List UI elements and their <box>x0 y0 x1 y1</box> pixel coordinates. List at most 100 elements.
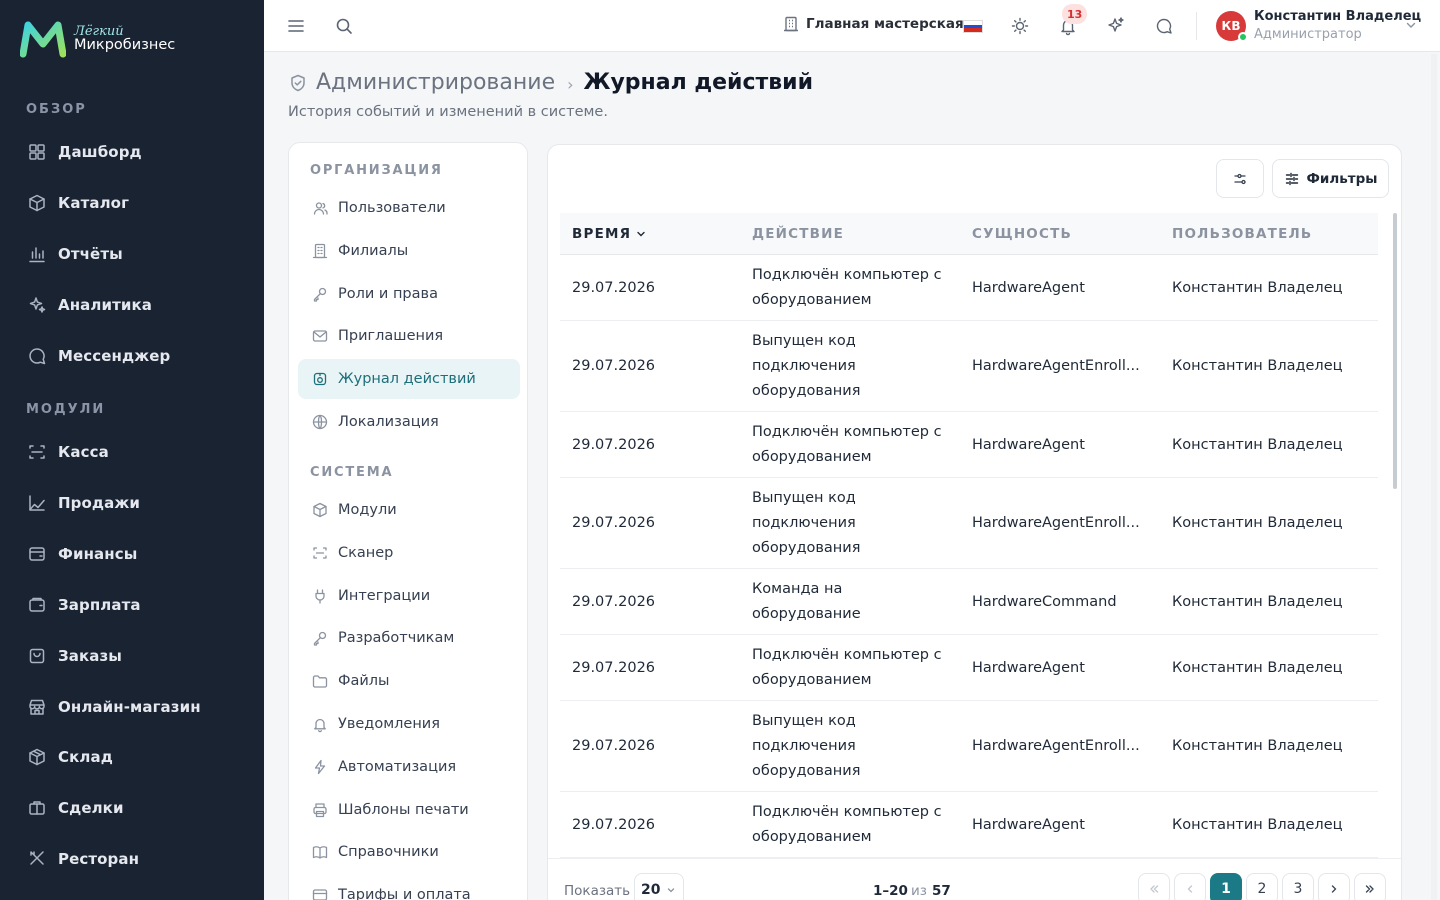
subnav-item-printer[interactable]: Шаблоны печати <box>298 790 520 830</box>
sidebar-item-reports[interactable]: Отчёты <box>26 239 123 269</box>
table-row[interactable]: 29.07.2026 Выпущен код подключения оборудов… <box>560 701 1378 792</box>
subnav-item-building[interactable]: Филиалы <box>298 231 520 271</box>
scanner-icon <box>311 544 329 562</box>
subnav-item-book[interactable]: Справочники <box>298 832 520 872</box>
subnav-item-users[interactable]: Пользователи <box>298 188 520 228</box>
page-button-2[interactable]: 2 <box>1246 873 1278 900</box>
subnav-item-scanner[interactable]: Сканер <box>298 533 520 573</box>
cell-user[interactable]: Константин Владелец <box>1172 701 1343 792</box>
folder-icon <box>311 672 329 690</box>
sidebar-item-orders[interactable]: Заказы <box>26 641 122 671</box>
table-row[interactable]: 29.07.2026 Команда на оборудование Hardware… <box>560 569 1378 635</box>
column-header-user[interactable]: ПОЛЬЗОВАТЕЛЬ <box>1172 213 1312 255</box>
cell-entity: HardwareAgentEnroll... <box>972 515 1140 531</box>
table-row[interactable]: 29.07.2026 Подключён компьютер с оборудова… <box>560 255 1378 321</box>
catalog-icon <box>26 192 48 214</box>
subnav-section-system: СИСТЕМА <box>310 465 394 480</box>
subnav-item-card[interactable]: Тарифы и оплата <box>298 875 520 900</box>
dev-key-icon <box>311 629 329 647</box>
first-page-button[interactable] <box>1138 873 1170 900</box>
brand-logo-block[interactable]: Лёгкий Микробизнес <box>20 20 175 58</box>
table-row[interactable]: 29.07.2026 Подключён компьютер с оборудова… <box>560 792 1378 858</box>
table-row[interactable]: 29.07.2026 Подключён компьютер с оборудова… <box>560 635 1378 701</box>
subnav-item-module[interactable]: Модули <box>298 490 520 530</box>
subnav-item-plug[interactable]: Интеграции <box>298 576 520 616</box>
cell-user[interactable]: Константин Владелец <box>1172 635 1343 701</box>
column-header-action[interactable]: ДЕЙСТВИЕ <box>752 213 844 255</box>
cell-time: 29.07.2026 <box>572 816 656 833</box>
search-button[interactable] <box>331 13 357 39</box>
sidebar-item-analytics[interactable]: Аналитика <box>26 290 152 320</box>
cell-user[interactable]: Константин Владелец <box>1172 478 1343 569</box>
sidebar-item-finance[interactable]: Финансы <box>26 539 137 569</box>
subnav-item-label: Пользователи <box>338 200 446 216</box>
menu-toggle-button[interactable] <box>283 13 309 39</box>
orders-icon <box>26 645 48 667</box>
ai-assistant-button[interactable] <box>1103 13 1129 39</box>
column-header-time[interactable]: ВРЕМЯ <box>572 213 647 255</box>
column-settings-button[interactable] <box>1216 159 1264 198</box>
sidebar-item-store[interactable]: Онлайн-магазин <box>26 692 201 722</box>
user-name[interactable]: Константин Владелец <box>1254 9 1421 24</box>
branch-selector[interactable]: Главная мастерская <box>782 15 964 33</box>
next-page-button[interactable] <box>1318 873 1350 900</box>
chevron-down-icon <box>1406 22 1416 28</box>
filter-icon <box>1284 171 1300 187</box>
subnav-item-bell[interactable]: Уведомления <box>298 704 520 744</box>
cell-time: 29.07.2026 <box>572 515 656 531</box>
bell-icon <box>311 715 329 733</box>
subnav-item-dev-key[interactable]: Разработчикам <box>298 618 520 658</box>
subnav-item-mail[interactable]: Приглашения <box>298 316 520 356</box>
sidebar-item-dashboard[interactable]: Дашборд <box>26 137 142 167</box>
breadcrumb-parent[interactable]: Администрирование <box>316 70 555 95</box>
prev-page-button[interactable] <box>1174 873 1206 900</box>
column-header-entity[interactable]: СУЩНОСТЬ <box>972 213 1072 255</box>
subnav-item-folder[interactable]: Файлы <box>298 661 520 701</box>
sidebar-item-label: Отчёты <box>58 245 123 263</box>
subnav-item-globe[interactable]: Локализация <box>298 402 520 442</box>
last-page-button[interactable] <box>1354 873 1386 900</box>
subnav-section-organization: ОРГАНИЗАЦИЯ <box>310 163 443 178</box>
cell-user[interactable]: Константин Владелец <box>1172 321 1343 412</box>
book-icon <box>311 843 329 861</box>
chat-button[interactable] <box>1151 13 1177 39</box>
sidebar-item-warehouse[interactable]: Склад <box>26 742 113 772</box>
page-size-select[interactable]: 20 <box>634 873 684 900</box>
table-row[interactable]: 29.07.2026 Выпущен код подключения оборудов… <box>560 321 1378 412</box>
action-text-line: оборудованием <box>752 672 872 688</box>
page-button-3[interactable]: 3 <box>1282 873 1314 900</box>
sidebar-item-label: Дашборд <box>58 143 142 161</box>
theme-toggle-button[interactable] <box>1007 13 1033 39</box>
subnav-item-audit-log[interactable]: Журнал действий <box>298 359 520 400</box>
cell-user[interactable]: Константин Владелец <box>1172 569 1343 635</box>
table-row[interactable]: 29.07.2026 Подключён компьютер с оборудова… <box>560 412 1378 478</box>
sort-desc-icon <box>635 228 647 240</box>
subnav-item-label: Справочники <box>338 844 439 861</box>
action-text-line: Подключён компьютер с <box>752 647 942 663</box>
subnav-item-label: Интеграции <box>338 587 431 604</box>
table-row[interactable]: 29.07.2026 Выпущен код подключения оборудов… <box>560 478 1378 569</box>
page-scrollbar[interactable] <box>1431 54 1437 900</box>
cell-user[interactable]: Константин Владелец <box>1172 792 1343 858</box>
sidebar-item-salary[interactable]: Зарплата <box>26 590 141 620</box>
filters-button[interactable]: Фильтры <box>1272 159 1389 198</box>
breadcrumb: Администрирование › Журнал действий <box>288 70 813 95</box>
sidebar-item-label: Ресторан <box>58 850 140 869</box>
table-scrollbar[interactable] <box>1393 213 1397 489</box>
sidebar-item-catalog[interactable]: Каталог <box>26 188 129 218</box>
sidebar-item-messenger[interactable]: Мессенджер <box>26 341 170 371</box>
audit-log-card: Фильтры ВРЕМЯ ДЕЙСТВИЕ СУЩНОСТЬ ПОЛЬЗОВА… <box>547 144 1402 900</box>
cell-user[interactable]: Константин Владелец <box>1172 412 1343 478</box>
nav-section-modules: МОДУЛИ <box>26 402 106 417</box>
sidebar-item-restaurant[interactable]: Ресторан <box>26 844 139 874</box>
subnav-item-bolt[interactable]: Автоматизация <box>298 747 520 787</box>
page-button-1[interactable]: 1 <box>1210 873 1242 900</box>
user-menu-toggle[interactable] <box>1404 18 1418 32</box>
dashboard-icon <box>26 141 48 163</box>
subnav-item-key[interactable]: Роли и права <box>298 274 520 314</box>
sidebar-item-deals[interactable]: Сделки <box>26 793 124 823</box>
sidebar-item-sales[interactable]: Продажи <box>26 488 140 518</box>
language-flag-ru[interactable] <box>963 20 983 33</box>
cell-user[interactable]: Константин Владелец <box>1172 255 1343 321</box>
sidebar-item-cashbox[interactable]: Касса <box>26 437 109 467</box>
